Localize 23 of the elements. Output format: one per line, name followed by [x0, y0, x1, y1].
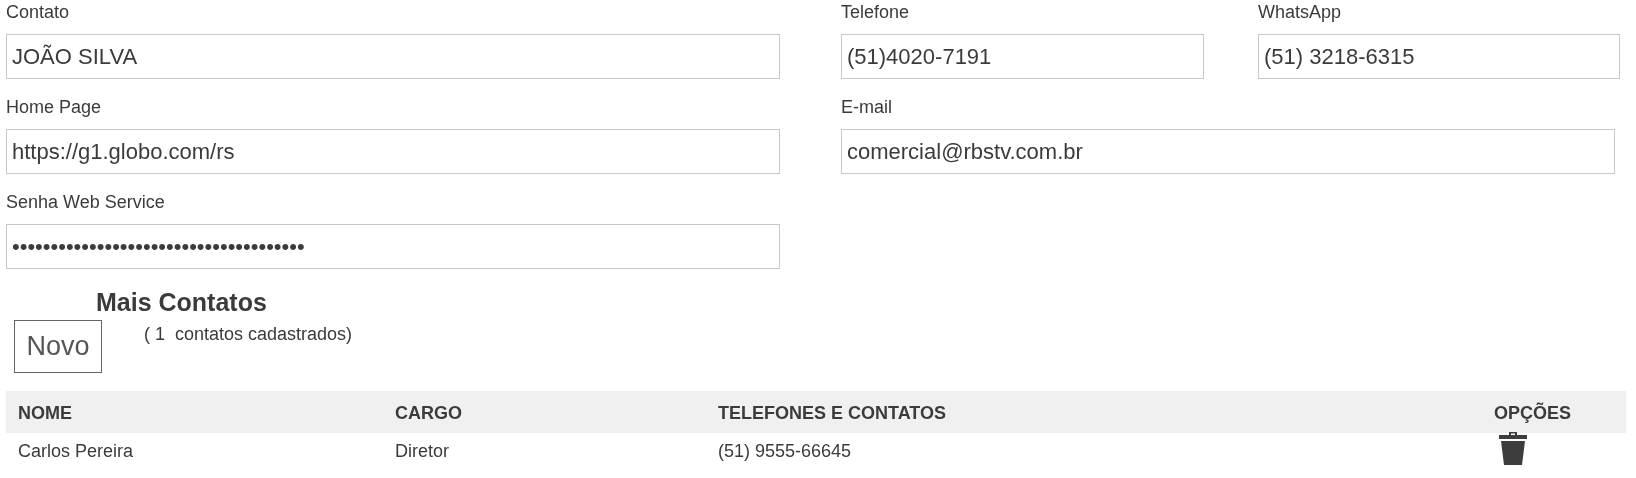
table-cell-text: Diretor: [395, 440, 450, 462]
section-title: Mais Contatos: [96, 287, 267, 317]
column-header: TELEFONES E CONTATOS: [718, 401, 947, 424]
trash-icon[interactable]: [1497, 430, 1529, 466]
input-field[interactable]: https://g1.globo.com/rs: [6, 129, 780, 174]
field-label: E-mail: [841, 96, 893, 119]
column-header: OPÇÕES: [1494, 401, 1573, 424]
column-header: CARGO: [395, 401, 463, 424]
table-cell-text: (51) 9555-66645: [718, 440, 853, 462]
field-label: Telefone: [841, 1, 911, 24]
new-button[interactable]: Novo: [14, 320, 102, 373]
contacts-count: ( 1 contatos cadastrados): [144, 324, 353, 345]
column-header: NOME: [18, 401, 73, 424]
field-label: Home Page: [6, 96, 103, 119]
input-field[interactable]: ••••••••••••••••••••••••••••••••••••••: [6, 224, 780, 269]
input-field[interactable]: (51) 3218-6315: [1258, 34, 1620, 79]
input-field[interactable]: JOÃO SILVA: [6, 34, 780, 79]
field-label: Senha Web Service: [6, 191, 166, 214]
table-cell-text: Carlos Pereira: [18, 440, 135, 462]
field-label: Contato: [6, 1, 71, 24]
input-field[interactable]: (51)4020-7191: [841, 34, 1204, 79]
input-field[interactable]: comercial@rbstv.com.br: [841, 129, 1615, 174]
field-label: WhatsApp: [1258, 1, 1343, 24]
